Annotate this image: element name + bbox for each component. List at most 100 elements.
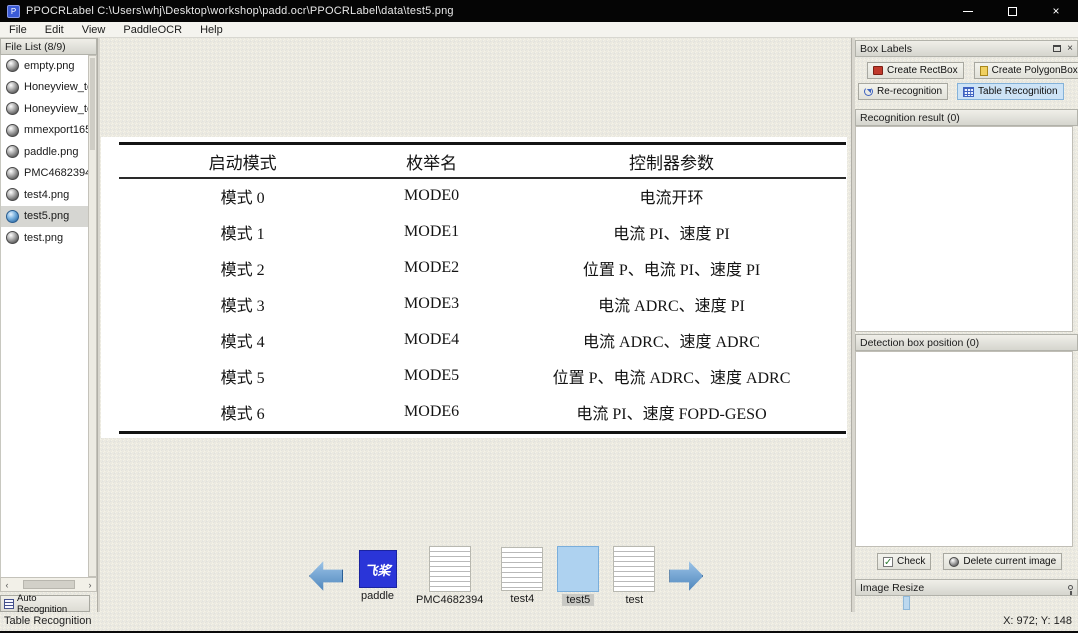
thumbnail-image[interactable] bbox=[501, 547, 543, 591]
image-resize-header: Image Resize bbox=[855, 579, 1078, 596]
status-bar: Table Recognition X: 972; Y: 148 bbox=[0, 612, 1078, 631]
scrollbar-thumb[interactable] bbox=[90, 58, 95, 150]
detection-box-position-header: Detection box position (0) bbox=[855, 334, 1078, 351]
table-row: 模式 4 MODE4 电流 ADRC、速度 ADRC bbox=[119, 322, 846, 358]
thumbnail-item[interactable]: 飞桨 paddle bbox=[357, 550, 398, 602]
table-cell: MODE3 bbox=[366, 295, 497, 313]
table-cell: MODE2 bbox=[366, 259, 497, 277]
thumbnail-label: test bbox=[621, 594, 647, 606]
table-cell: MODE4 bbox=[366, 331, 497, 349]
next-image-arrow-icon[interactable] bbox=[669, 560, 703, 592]
thumbnail-image[interactable] bbox=[557, 546, 599, 592]
file-list-item[interactable]: PMC4682394_00 bbox=[1, 163, 88, 185]
status-text: Table Recognition bbox=[4, 615, 91, 627]
file-list-item[interactable]: test.png bbox=[1, 227, 88, 249]
scroll-right-icon[interactable]: › bbox=[84, 580, 96, 590]
file-name: empty.png bbox=[24, 60, 75, 72]
table-row: 模式 2 MODE2 位置 P、电流 PI、速度 PI bbox=[119, 250, 846, 286]
create-rectbox-label: Create RectBox bbox=[887, 65, 958, 76]
detection-box-position-list[interactable] bbox=[855, 351, 1073, 547]
close-dock-icon[interactable]: × bbox=[1067, 43, 1073, 54]
slider-handle[interactable] bbox=[903, 596, 910, 610]
pin-icon[interactable] bbox=[1068, 585, 1073, 590]
file-name: Honeyview_test2 bbox=[24, 81, 88, 93]
thumbnail-label: PMC4682394 bbox=[412, 594, 487, 606]
menu-item-file[interactable]: File bbox=[0, 22, 36, 38]
file-list-item-selected[interactable]: test5.png bbox=[1, 206, 88, 228]
delete-current-image-button[interactable]: Delete current image bbox=[943, 553, 1062, 570]
file-list-item[interactable]: empty.png bbox=[1, 55, 88, 77]
table-header-cell: 启动模式 bbox=[119, 149, 366, 174]
check-label: Check bbox=[897, 556, 925, 567]
thumbnail-image[interactable] bbox=[429, 546, 471, 592]
thumbnail-label: paddle bbox=[357, 590, 398, 602]
file-list-item[interactable]: Honeyview_test2 bbox=[1, 77, 88, 99]
menu-item-help[interactable]: Help bbox=[191, 22, 232, 38]
delete-image-label: Delete current image bbox=[963, 556, 1056, 567]
table-row: 模式 6 MODE6 电流 PI、速度 FOPD-GESO bbox=[119, 394, 846, 430]
re-recognition-label: Re-recognition bbox=[877, 86, 942, 97]
recognition-result-list[interactable] bbox=[855, 126, 1073, 332]
re-recognition-button[interactable]: Re-recognition bbox=[858, 83, 948, 100]
image-file-icon bbox=[6, 210, 19, 223]
table-cell: 电流 PI、速度 PI bbox=[497, 220, 846, 244]
table-cell: 模式 2 bbox=[119, 256, 366, 280]
menu-item-view[interactable]: View bbox=[73, 22, 115, 38]
file-name: Honeyview_test3 bbox=[24, 103, 88, 115]
auto-recognition-button[interactable]: Auto Recognition bbox=[0, 595, 90, 612]
file-list-header: File List (8/9) bbox=[0, 38, 97, 55]
table-cell: 模式 1 bbox=[119, 220, 366, 244]
thumbnail-label: test4 bbox=[506, 593, 538, 605]
thumbnail-item[interactable]: test bbox=[613, 546, 655, 606]
file-list-item[interactable]: mmexport16506 bbox=[1, 120, 88, 142]
window-title: PPOCRLabel C:\Users\whj\Desktop\workshop… bbox=[26, 5, 454, 17]
file-name: test5.png bbox=[24, 210, 69, 222]
check-button[interactable]: ✓ Check bbox=[877, 553, 931, 570]
app-window: P PPOCRLabel C:\Users\whj\Desktop\worksh… bbox=[0, 0, 1078, 633]
image-resize-slider[interactable] bbox=[855, 596, 1078, 612]
image-canvas[interactable]: 启动模式 枚举名 控制器参数 模式 0 MODE0 电流开环 模式 1 MODE… bbox=[97, 38, 854, 612]
file-list-horizontal-scrollbar[interactable]: ‹ › bbox=[0, 577, 97, 592]
image-file-icon bbox=[6, 81, 19, 94]
previous-image-arrow-icon[interactable] bbox=[309, 560, 343, 592]
delete-image-icon bbox=[949, 557, 959, 567]
thumbnail-item[interactable]: test4 bbox=[501, 547, 543, 605]
app-icon: P bbox=[7, 5, 20, 18]
document-image[interactable]: 启动模式 枚举名 控制器参数 模式 0 MODE0 电流开环 模式 1 MODE… bbox=[101, 137, 847, 438]
scrollbar-thumb[interactable] bbox=[23, 580, 75, 589]
table-row: 模式 3 MODE3 电流 ADRC、速度 PI bbox=[119, 286, 846, 322]
menu-item-edit[interactable]: Edit bbox=[36, 22, 73, 38]
table-cell: 电流 ADRC、速度 ADRC bbox=[497, 328, 846, 352]
file-list-item[interactable]: paddle.png bbox=[1, 141, 88, 163]
table-cell: 模式 3 bbox=[119, 292, 366, 316]
table-header-cell: 控制器参数 bbox=[497, 149, 846, 174]
file-name: paddle.png bbox=[24, 146, 78, 158]
table-row: 模式 5 MODE5 位置 P、电流 ADRC、速度 ADRC bbox=[119, 358, 846, 394]
file-name: test.png bbox=[24, 232, 63, 244]
image-file-icon bbox=[6, 59, 19, 72]
maximize-icon bbox=[1008, 7, 1017, 16]
table-recognition-button[interactable]: Table Recognition bbox=[957, 83, 1064, 100]
refresh-icon bbox=[864, 87, 873, 96]
scroll-left-icon[interactable]: ‹ bbox=[1, 580, 13, 590]
minimize-button[interactable] bbox=[946, 0, 990, 22]
rectbox-icon bbox=[873, 66, 883, 75]
close-icon: × bbox=[1052, 4, 1059, 18]
file-list-vertical-scrollbar[interactable] bbox=[88, 55, 97, 577]
document-table: 启动模式 枚举名 控制器参数 模式 0 MODE0 电流开环 模式 1 MODE… bbox=[119, 137, 846, 438]
create-polygonbox-button[interactable]: Create PolygonBox bbox=[974, 62, 1078, 79]
create-rectbox-button[interactable]: Create RectBox bbox=[867, 62, 964, 79]
maximize-button[interactable] bbox=[990, 0, 1034, 22]
menu-item-paddleocr[interactable]: PaddleOCR bbox=[114, 22, 191, 38]
thumbnail-image[interactable]: 飞桨 bbox=[359, 550, 397, 588]
table-cell: MODE1 bbox=[366, 223, 497, 241]
close-button[interactable]: × bbox=[1034, 0, 1078, 22]
file-name: test4.png bbox=[24, 189, 69, 201]
file-list-item[interactable]: test4.png bbox=[1, 184, 88, 206]
file-list-item[interactable]: Honeyview_test3 bbox=[1, 98, 88, 120]
thumbnail-item[interactable]: PMC4682394 bbox=[412, 546, 487, 606]
thumbnail-item-selected[interactable]: test5 bbox=[557, 546, 599, 606]
table-row: 模式 1 MODE1 电流 PI、速度 PI bbox=[119, 214, 846, 250]
float-dock-icon[interactable] bbox=[1053, 45, 1061, 52]
thumbnail-image[interactable] bbox=[613, 546, 655, 592]
